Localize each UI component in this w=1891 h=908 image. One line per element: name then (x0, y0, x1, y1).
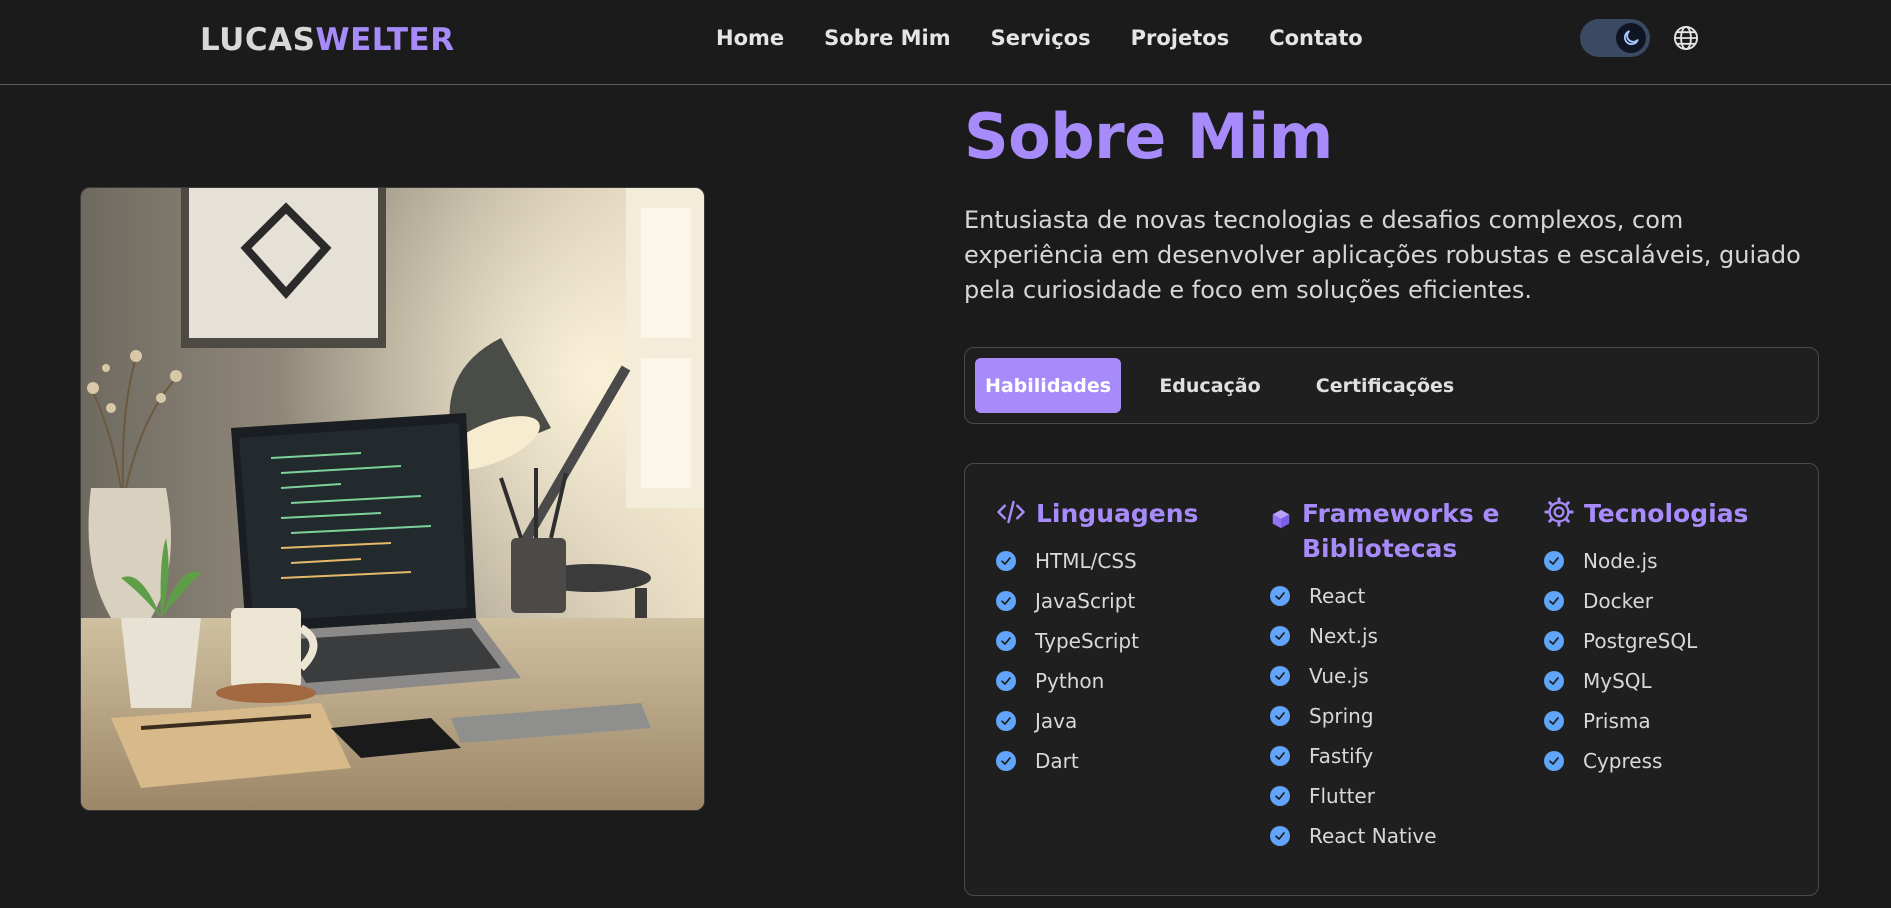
check-icon (1544, 591, 1564, 611)
skill-label: Next.js (1309, 624, 1378, 648)
skill-label: PostgreSQL (1583, 629, 1698, 653)
cog-icon (1544, 497, 1574, 527)
check-icon (1270, 586, 1290, 606)
skill-label: Prisma (1583, 709, 1651, 733)
skill-label: Java (1035, 709, 1078, 733)
about-tabs: Habilidades Educação Certificações (964, 347, 1819, 424)
technologies-title: Tecnologias (1584, 499, 1749, 528)
skill-item: React (1270, 576, 1510, 616)
skill-item: Spring (1270, 696, 1510, 736)
languages-title: Linguagens (1036, 499, 1199, 528)
check-icon (1544, 751, 1564, 771)
tab-habilidades[interactable]: Habilidades (975, 358, 1121, 413)
skill-label: JavaScript (1035, 589, 1136, 613)
site-header: LUCASWELTER Home Sobre Mim Serviços Proj… (0, 0, 1891, 85)
skill-label: Fastify (1309, 744, 1374, 768)
technologies-list: Node.js Docker PostgreSQL MySQL Prisma Cypres… (1544, 541, 1784, 781)
skill-item: Dart (996, 741, 1236, 781)
skills-column-languages: Linguagens HTML/CSS JavaScript TypeScript P… (996, 496, 1236, 781)
skill-label: Flutter (1309, 784, 1375, 808)
skill-item: Java (996, 701, 1236, 741)
workspace-photo (80, 187, 705, 811)
skills-column-frameworks: Frameworks e Bibliotecas React Next.js Vue… (1270, 496, 1510, 856)
check-icon (1544, 631, 1564, 651)
frameworks-header: Frameworks e Bibliotecas (1270, 496, 1510, 566)
skill-label: Node.js (1583, 549, 1658, 573)
skill-item: Next.js (1270, 616, 1510, 656)
code-icon (996, 497, 1026, 527)
skill-label: HTML/CSS (1035, 549, 1137, 573)
moon-icon (1616, 23, 1646, 53)
tab-certificacoes[interactable]: Certificações (1295, 358, 1475, 413)
logo[interactable]: LUCASWELTER (200, 22, 455, 58)
theme-toggle[interactable] (1580, 19, 1650, 57)
skill-item: Python (996, 661, 1236, 701)
skill-label: React (1309, 584, 1366, 608)
skill-label: Python (1035, 669, 1105, 693)
skill-label: React Native (1309, 824, 1437, 848)
check-icon (1270, 786, 1290, 806)
skill-label: Dart (1035, 749, 1079, 773)
check-icon (1270, 626, 1290, 646)
skills-column-technologies: Tecnologias Node.js Docker PostgreSQL MySQL… (1544, 496, 1784, 781)
check-icon (996, 671, 1016, 691)
languages-header: Linguagens (996, 496, 1236, 531)
nav-link-servicos[interactable]: Serviços (991, 26, 1091, 50)
main-nav: Home Sobre Mim Serviços Projetos Contato (716, 26, 1403, 50)
frameworks-list: React Next.js Vue.js Spring Fastify Flutter Re… (1270, 576, 1510, 856)
skill-item: JavaScript (996, 581, 1236, 621)
nav-link-sobre-mim[interactable]: Sobre Mim (824, 26, 950, 50)
nav-link-contato[interactable]: Contato (1269, 26, 1362, 50)
languages-list: HTML/CSS JavaScript TypeScript Python Java Da… (996, 541, 1236, 781)
check-icon (1270, 666, 1290, 686)
skill-item: Fastify (1270, 736, 1510, 776)
skill-label: Docker (1583, 589, 1654, 613)
check-icon (996, 751, 1016, 771)
check-icon (1270, 826, 1290, 846)
about-description: Entusiasta de novas tecnologias e desafi… (964, 206, 1801, 304)
check-icon (996, 551, 1016, 571)
technologies-header: Tecnologias (1544, 496, 1784, 531)
skill-label: Spring (1309, 704, 1374, 728)
check-icon (1544, 551, 1564, 571)
skill-item: HTML/CSS (996, 541, 1236, 581)
skill-label: Vue.js (1309, 664, 1369, 688)
page-title: Sobre Mim (964, 100, 1333, 173)
skill-item: Vue.js (1270, 656, 1510, 696)
check-icon (996, 711, 1016, 731)
nav-link-home[interactable]: Home (716, 26, 784, 50)
globe-icon[interactable] (1672, 24, 1700, 52)
check-icon (1270, 746, 1290, 766)
logo-last-name: WELTER (315, 22, 455, 58)
skill-item: PostgreSQL (1544, 621, 1784, 661)
skill-item: Prisma (1544, 701, 1784, 741)
check-icon (996, 631, 1016, 651)
skills-panel: Linguagens HTML/CSS JavaScript TypeScript P… (964, 463, 1819, 896)
cube-icon (1270, 508, 1292, 530)
skill-label: TypeScript (1035, 629, 1139, 653)
skill-label: Cypress (1583, 749, 1663, 773)
skill-item: MySQL (1544, 661, 1784, 701)
skill-item: React Native (1270, 816, 1510, 856)
skill-item: Node.js (1544, 541, 1784, 581)
check-icon (1270, 706, 1290, 726)
nav-link-projetos[interactable]: Projetos (1131, 26, 1230, 50)
check-icon (996, 591, 1016, 611)
skill-item: Flutter (1270, 776, 1510, 816)
logo-first-name: LUCAS (200, 22, 316, 58)
skill-item: Docker (1544, 581, 1784, 621)
skill-label: MySQL (1583, 669, 1652, 693)
skill-item: TypeScript (996, 621, 1236, 661)
check-icon (1544, 711, 1564, 731)
skill-item: Cypress (1544, 741, 1784, 781)
check-icon (1544, 671, 1564, 691)
frameworks-title: Frameworks e Bibliotecas (1302, 499, 1500, 563)
tab-educacao[interactable]: Educação (1137, 358, 1283, 413)
